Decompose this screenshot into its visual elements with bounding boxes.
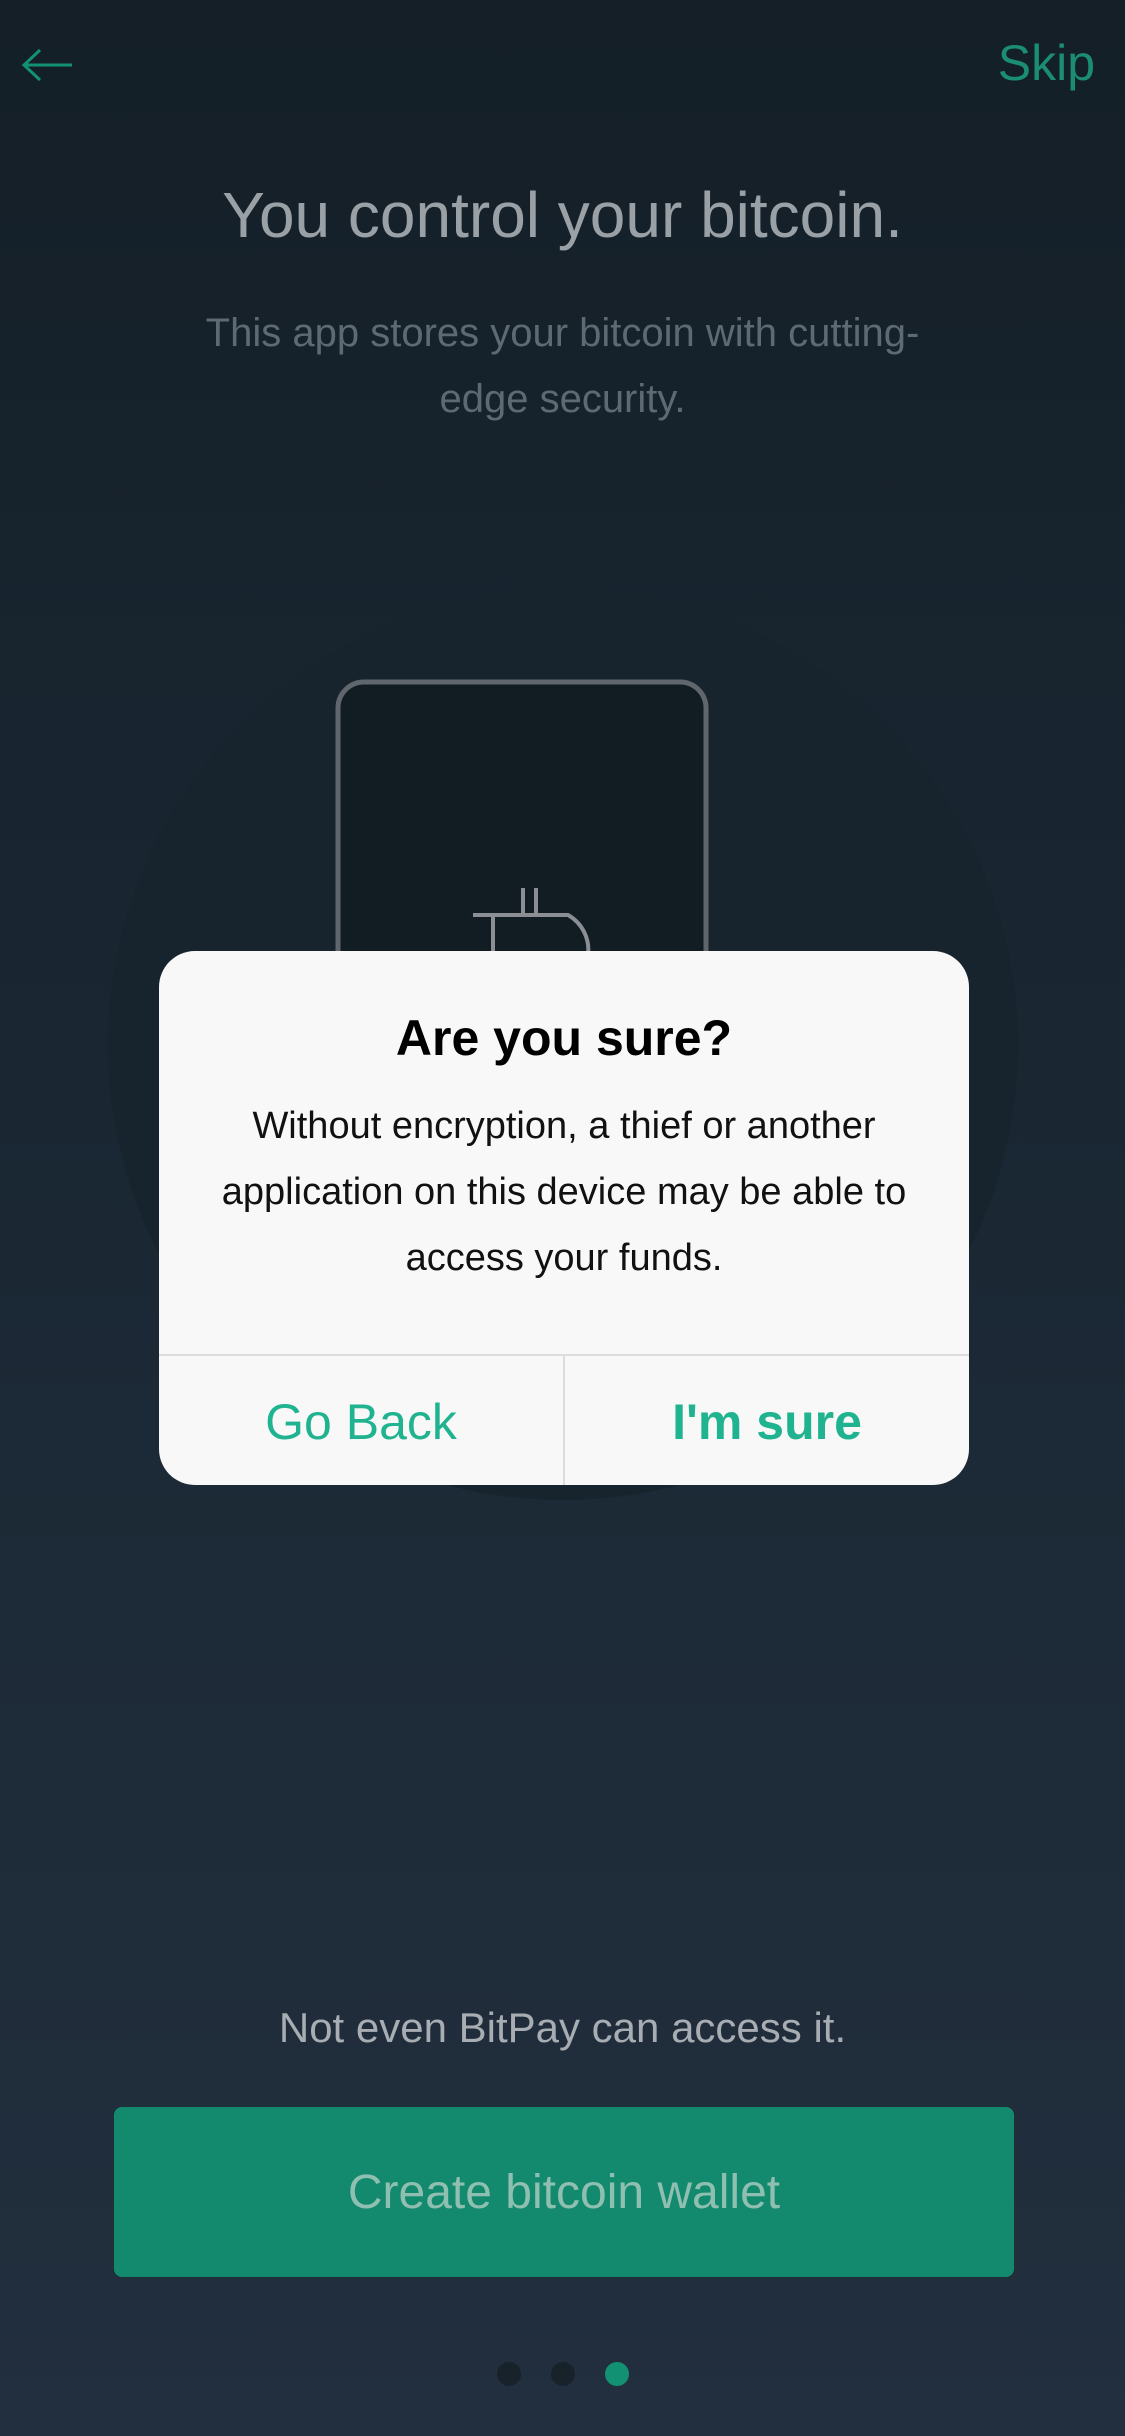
back-button[interactable] (18, 40, 78, 90)
skip-button[interactable]: Skip (998, 34, 1095, 92)
dialog-message: Without encryption, a thief or another a… (221, 1105, 907, 1279)
onboarding-screen: Skip You control your bitcoin. This app … (0, 0, 1125, 2436)
page-dot-active (604, 2362, 629, 2386)
page-title: You control your bitcoin. (222, 179, 903, 251)
im-sure-button[interactable]: I'm sure (565, 1356, 969, 1485)
pagination-dots (0, 2362, 1125, 2386)
dialog-title: Are you sure? (395, 1010, 733, 1066)
confirm-dialog: Are you sure? Without encryption, a thie… (159, 951, 969, 1485)
create-wallet-button[interactable]: Create bitcoin wallet (114, 2107, 1014, 2277)
page-dot (550, 2362, 575, 2386)
arrow-left-icon (21, 48, 72, 82)
footer-text: Not even BitPay can access it. (278, 2004, 847, 2051)
page-subtitle: This app stores your bitcoin with cuttin… (205, 311, 920, 421)
dialog-actions: Go Back I'm sure (159, 1354, 969, 1485)
go-back-button[interactable]: Go Back (159, 1356, 565, 1485)
page-dot (496, 2362, 521, 2386)
